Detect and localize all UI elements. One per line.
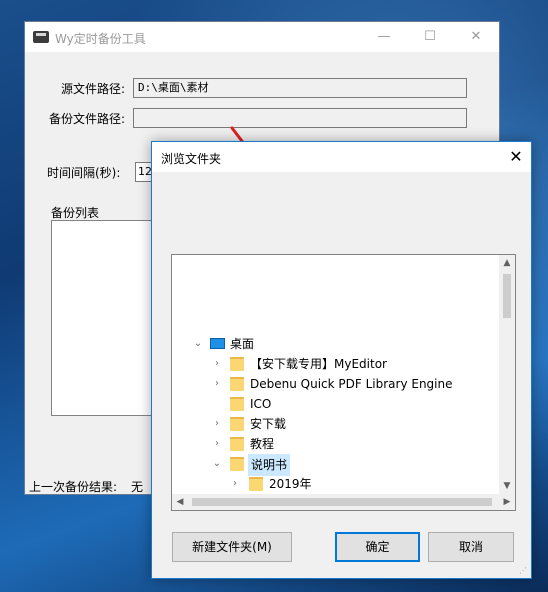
tree-item-label: ICO — [250, 397, 272, 411]
minimize-button[interactable]: — — [361, 22, 407, 52]
backup-list-label: 备份列表 — [51, 206, 100, 220]
horizontal-scroll-thumb[interactable] — [192, 498, 492, 506]
tree-item-ico[interactable]: ICO — [172, 394, 498, 414]
tree-item-label: 安下载 — [250, 417, 287, 431]
tree-item-anxiazai[interactable]: › 安下载 — [172, 414, 498, 434]
folder-icon — [249, 477, 263, 491]
cancel-button[interactable]: 取消 — [428, 532, 514, 562]
folder-icon — [230, 357, 244, 371]
folder-tree[interactable]: ⌄ 桌面 › 【安下载专用】MyEditor › Debenu Quick PD… — [171, 254, 516, 511]
new-folder-button[interactable]: 新建文件夹(M) — [172, 532, 292, 562]
tree-item-jiaocheng[interactable]: › 教程 — [172, 434, 498, 454]
main-titlebar: Wy定时备份工具 — ☐ ✕ — [25, 22, 499, 52]
main-window-title: Wy定时备份工具 — [55, 32, 146, 46]
backup-path-label: 备份文件路径: — [49, 112, 126, 126]
folder-icon — [230, 397, 244, 411]
interval-label: 时间间隔(秒): — [47, 166, 121, 180]
tree-item-desktop[interactable]: ⌄ 桌面 — [172, 334, 498, 354]
scroll-down-icon[interactable]: ▼ — [499, 478, 515, 494]
tree-item-label: 2019年 — [269, 477, 312, 491]
tree-item-label: 教程 — [250, 437, 275, 451]
tree-item-label: 【安下载专用】MyEditor — [250, 357, 387, 371]
chevron-down-icon[interactable]: ⌄ — [211, 454, 223, 474]
vertical-scroll-thumb[interactable] — [503, 274, 511, 318]
chevron-right-icon[interactable]: › — [211, 434, 223, 454]
scroll-left-icon[interactable]: ◀ — [172, 494, 188, 510]
last-result-value: 无 — [131, 480, 144, 494]
tree-item-label: 说明书 — [248, 454, 291, 476]
tree-item-2019[interactable]: › 2019年 — [172, 474, 498, 494]
folder-icon — [230, 457, 244, 471]
chevron-right-icon[interactable]: › — [211, 374, 223, 394]
source-path-label: 源文件路径: — [61, 82, 126, 96]
chevron-right-icon[interactable]: › — [229, 474, 241, 494]
desktop-icon — [210, 338, 225, 349]
vertical-scrollbar[interactable]: ▲ ▼ — [499, 255, 515, 494]
scroll-up-icon[interactable]: ▲ — [499, 255, 515, 271]
tree-item-label: Debenu Quick PDF Library Engine — [250, 377, 453, 391]
ok-button[interactable]: 确定 — [335, 532, 420, 562]
tree-item-shuomingshu[interactable]: ⌄ 说明书 — [172, 454, 498, 476]
tree-item-debenu[interactable]: › Debenu Quick PDF Library Engine — [172, 374, 498, 394]
horizontal-scrollbar[interactable]: ◀ ▶ — [172, 494, 515, 510]
maximize-button[interactable]: ☐ — [407, 22, 453, 52]
chevron-down-icon[interactable]: ⌄ — [192, 334, 204, 354]
app-icon — [33, 31, 49, 43]
backup-path-field[interactable] — [133, 108, 467, 128]
source-path-field[interactable]: D:\桌面\素材 — [133, 78, 467, 98]
tree-item-myeditor[interactable]: › 【安下载专用】MyEditor — [172, 354, 498, 374]
dialog-close-button[interactable]: ✕ — [501, 142, 531, 172]
last-result-label: 上一次备份结果: — [29, 480, 118, 494]
backup-list[interactable] — [51, 220, 155, 416]
scroll-right-icon[interactable]: ▶ — [499, 494, 515, 510]
folder-icon — [230, 377, 244, 391]
chevron-right-icon[interactable]: › — [211, 354, 223, 374]
chevron-right-icon[interactable]: › — [211, 414, 223, 434]
dialog-title: 浏览文件夹 — [161, 152, 222, 166]
dialog-titlebar: 浏览文件夹 ✕ — [152, 142, 531, 172]
resize-grip-icon[interactable]: ⋰ — [519, 566, 529, 576]
folder-icon — [230, 437, 244, 451]
browse-folder-dialog: 浏览文件夹 ✕ ⌄ 桌面 › 【安下载专用】MyEditor › Debenu … — [151, 141, 532, 579]
tree-item-label: 桌面 — [230, 337, 255, 351]
folder-icon — [230, 417, 244, 431]
close-button[interactable]: ✕ — [453, 22, 499, 52]
